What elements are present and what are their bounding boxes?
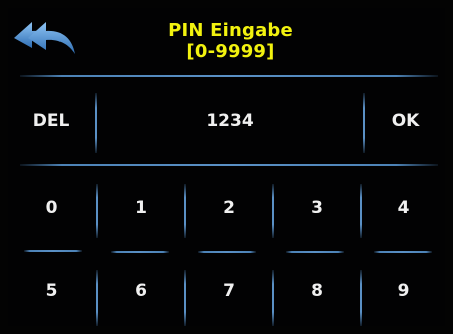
key-2[interactable]: 2: [186, 168, 272, 248]
key-label: 1: [135, 198, 147, 218]
title: PIN Eingabe [0-9999]: [148, 20, 313, 62]
divider: [363, 93, 365, 153]
key-8[interactable]: 8: [274, 256, 360, 326]
delete-label: DEL: [32, 111, 70, 131]
pin-entry-screen: PIN Eingabe [0-9999] DEL 1234 OK 0 1 2 3…: [8, 8, 445, 326]
divider: [374, 251, 432, 253]
divider: [95, 93, 97, 153]
header: PIN Eingabe [0-9999]: [8, 8, 445, 74]
key-5[interactable]: 5: [8, 256, 95, 326]
back-button[interactable]: [12, 18, 78, 64]
key-label: 8: [311, 281, 323, 301]
key-3[interactable]: 3: [274, 168, 360, 248]
divider: [20, 75, 438, 77]
key-6[interactable]: 6: [98, 256, 184, 326]
title-line-1: PIN Eingabe: [168, 20, 293, 41]
divider: [198, 251, 256, 253]
key-label: 3: [311, 198, 323, 218]
pin-value: 1234: [206, 111, 254, 131]
key-label: 6: [135, 281, 147, 301]
key-label: 7: [223, 281, 235, 301]
divider: [20, 164, 438, 166]
key-1[interactable]: 1: [98, 168, 184, 248]
divider: [24, 250, 82, 252]
divider: [286, 251, 344, 253]
key-label: 9: [397, 281, 410, 301]
key-7[interactable]: 7: [186, 256, 272, 326]
pin-display: 1234: [98, 78, 362, 164]
key-label: 5: [45, 281, 58, 301]
ok-label: OK: [391, 111, 420, 131]
key-label: 2: [223, 198, 235, 218]
key-9[interactable]: 9: [362, 256, 445, 326]
ok-button[interactable]: OK: [366, 78, 445, 164]
delete-button[interactable]: DEL: [8, 78, 94, 164]
key-0[interactable]: 0: [8, 168, 95, 248]
back-arrow-icon: [14, 22, 75, 54]
key-label: 0: [45, 198, 58, 218]
key-label: 4: [397, 198, 410, 218]
divider: [111, 251, 169, 253]
title-line-2: [0-9999]: [186, 41, 275, 62]
key-4[interactable]: 4: [362, 168, 445, 248]
